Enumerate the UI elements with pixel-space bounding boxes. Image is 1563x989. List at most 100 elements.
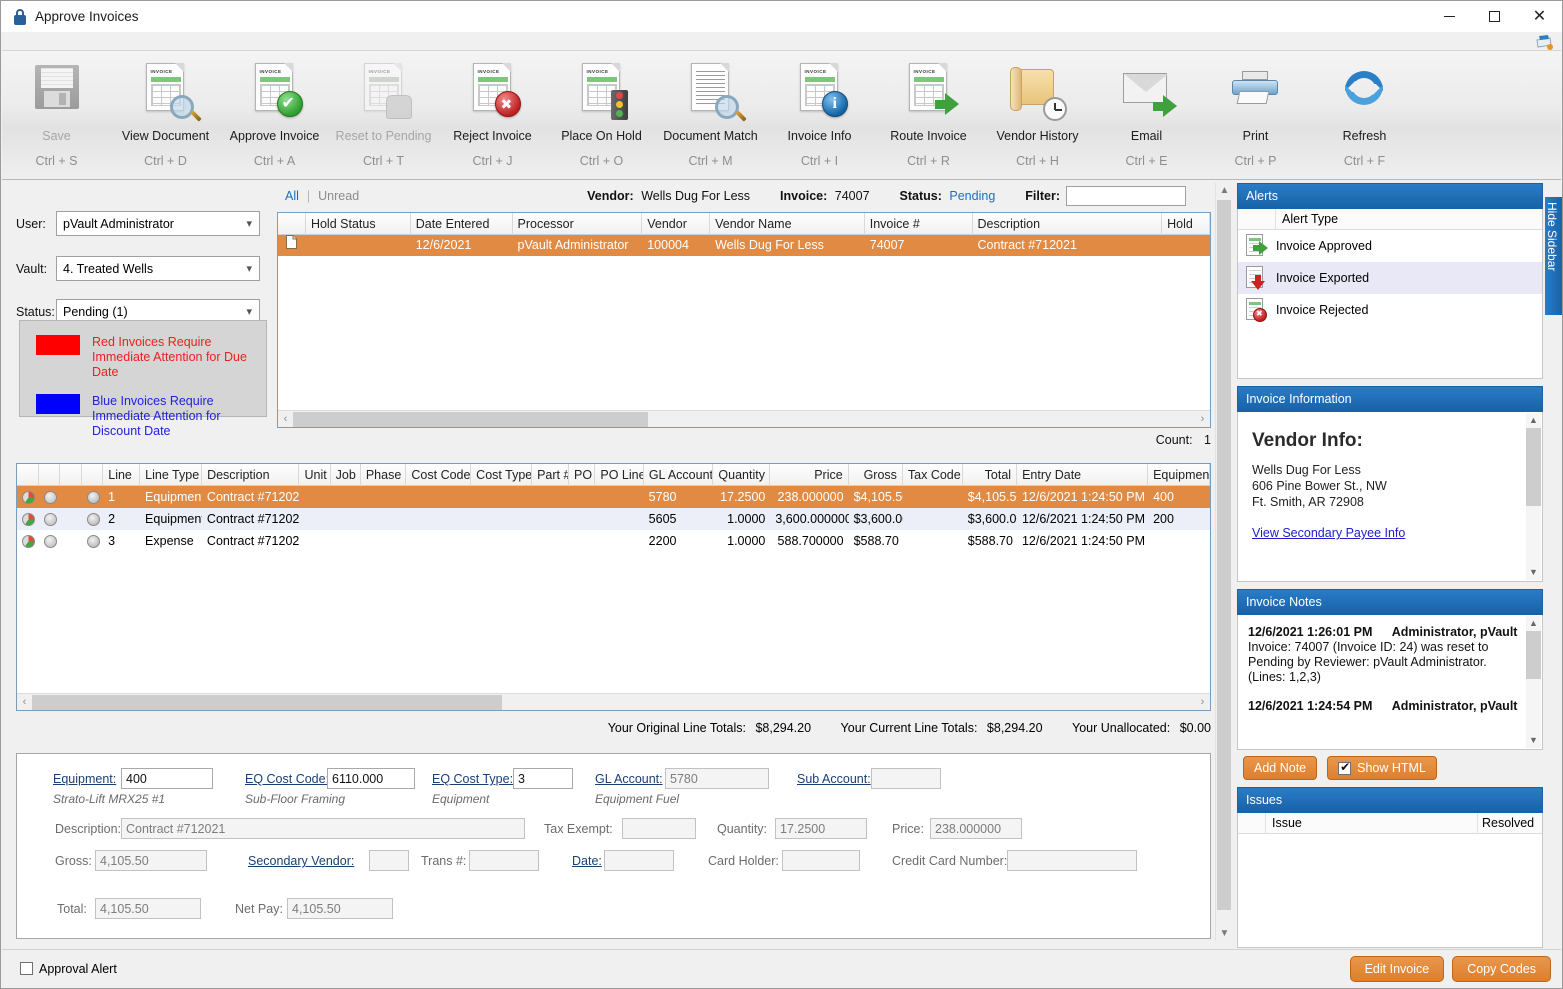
- col-gl-account[interactable]: GL Account: [644, 464, 714, 486]
- col-issue[interactable]: Issue: [1266, 812, 1478, 834]
- total-input[interactable]: 4,105.50: [95, 898, 201, 919]
- copy-codes-button[interactable]: Copy Codes: [1452, 955, 1551, 982]
- ribbon-refresh-button[interactable]: Refresh Ctrl + F: [1310, 51, 1419, 179]
- col-price[interactable]: Price: [770, 464, 849, 486]
- col-invoice-no[interactable]: Invoice #: [865, 213, 973, 235]
- coin-icon[interactable]: [39, 530, 61, 552]
- col-description[interactable]: Description: [973, 213, 1163, 235]
- ribbon-invoice-info-button[interactable]: INVOICE Invoice Info Ctrl + I: [765, 51, 874, 179]
- ribbon-vendor-history-button[interactable]: Vendor History Ctrl + H: [983, 51, 1092, 179]
- col-phase[interactable]: Phase: [361, 464, 407, 486]
- scroll-thumb[interactable]: [293, 411, 648, 427]
- history-icon[interactable]: [82, 508, 104, 530]
- eq-cost-type-label[interactable]: EQ Cost Type:: [432, 772, 513, 786]
- scroll-thumb[interactable]: [32, 694, 502, 710]
- date-input[interactable]: [604, 850, 674, 871]
- coin-icon[interactable]: [39, 486, 61, 508]
- col-cost-code[interactable]: Cost Code: [406, 464, 472, 486]
- table-row[interactable]: 3 Expense Contract #712021 2200 1.0000 5…: [17, 530, 1210, 552]
- price-input[interactable]: 238.000000: [930, 818, 1022, 839]
- vault-select[interactable]: 4. Treated Wells ▾: [56, 256, 260, 281]
- filter-tab-all[interactable]: All: [285, 189, 299, 203]
- scroll-left-icon[interactable]: ‹: [17, 696, 32, 708]
- scroll-right-icon[interactable]: ›: [1195, 696, 1210, 708]
- approval-alert-group[interactable]: Approval Alert: [20, 962, 117, 976]
- col-blank1[interactable]: [17, 464, 39, 486]
- pie-status-icon[interactable]: [17, 486, 39, 508]
- scroll-thumb[interactable]: [1526, 631, 1541, 679]
- history-icon[interactable]: [82, 486, 104, 508]
- maximize-button[interactable]: [1472, 1, 1517, 32]
- sub-account-input[interactable]: [871, 768, 941, 789]
- scroll-left-icon[interactable]: ‹: [278, 413, 293, 425]
- trans-input[interactable]: [469, 850, 539, 871]
- eq-cost-type-input[interactable]: 3: [513, 768, 573, 789]
- add-note-button[interactable]: Add Note: [1243, 756, 1318, 780]
- scroll-track[interactable]: [32, 694, 1195, 710]
- tax-exempt-input[interactable]: [622, 818, 696, 839]
- ribbon-save-button[interactable]: Save Ctrl + S: [2, 51, 111, 179]
- equipment-label[interactable]: Equipment:: [53, 772, 116, 786]
- gl-account-input[interactable]: 5780: [665, 768, 769, 789]
- scroll-up-icon[interactable]: ▲: [1526, 616, 1541, 631]
- col-blank2[interactable]: [39, 464, 61, 486]
- center-pane-vscrollbar[interactable]: ▲ ▼: [1215, 183, 1232, 941]
- col-gross[interactable]: Gross: [849, 464, 903, 486]
- col-vendor[interactable]: Vendor: [642, 213, 711, 235]
- notes-vscrollbar[interactable]: ▲ ▼: [1526, 616, 1541, 748]
- eq-cost-code-label[interactable]: EQ Cost Code:: [245, 772, 329, 786]
- col-quantity[interactable]: Quantity: [713, 464, 771, 486]
- history-icon[interactable]: [82, 530, 104, 552]
- quantity-input[interactable]: 17.2500: [775, 818, 867, 839]
- eq-cost-code-input[interactable]: 6110.000: [327, 768, 415, 789]
- col-tax-code[interactable]: Tax Code: [903, 464, 963, 486]
- col-equipment[interactable]: Equipment: [1148, 464, 1210, 486]
- invoice-grid[interactable]: Hold Status Date Entered Processor Vendo…: [277, 212, 1211, 428]
- user-select[interactable]: pVault Administrator ▾: [56, 211, 260, 236]
- gross-input[interactable]: 4,105.50: [95, 850, 207, 871]
- vendor-info-vscrollbar[interactable]: ▲ ▼: [1526, 413, 1541, 580]
- col-blank4[interactable]: [82, 464, 104, 486]
- scroll-thumb[interactable]: [1217, 200, 1231, 910]
- coin-icon[interactable]: [39, 508, 61, 530]
- gl-account-label[interactable]: GL Account:: [595, 772, 663, 786]
- scroll-up-icon[interactable]: ▲: [1216, 183, 1233, 198]
- col-job[interactable]: Job: [331, 464, 361, 486]
- sub-account-label[interactable]: Sub Account:: [797, 772, 871, 786]
- ribbon-reject-invoice-button[interactable]: INVOICE Reject Invoice Ctrl + J: [438, 51, 547, 179]
- ribbon-reset-to-pending-button[interactable]: INVOICE Reset to Pending Ctrl + T: [329, 51, 438, 179]
- hide-sidebar-button[interactable]: Hide Sidebar: [1545, 197, 1562, 315]
- col-processor[interactable]: Processor: [513, 213, 643, 235]
- col-alert-type[interactable]: Alert Type: [1276, 212, 1338, 226]
- col-line-type[interactable]: Line Type: [140, 464, 203, 486]
- col-entry-date[interactable]: Entry Date: [1017, 464, 1149, 486]
- view-secondary-payee-link[interactable]: View Secondary Payee Info: [1252, 526, 1405, 540]
- net-pay-input[interactable]: 4,105.50: [287, 898, 393, 919]
- approval-alert-checkbox[interactable]: [20, 962, 33, 975]
- ribbon-email-button[interactable]: Email Ctrl + E: [1092, 51, 1201, 179]
- card-holder-input[interactable]: [782, 850, 860, 871]
- table-row[interactable]: 12/6/2021 pVault Administrator 100004 We…: [278, 235, 1210, 256]
- scroll-down-icon[interactable]: ▼: [1216, 926, 1233, 941]
- pie-status-icon[interactable]: [17, 530, 39, 552]
- secondary-vendor-input[interactable]: [369, 850, 409, 871]
- scroll-thumb[interactable]: [1526, 428, 1541, 506]
- col-cost-type[interactable]: Cost Type: [471, 464, 533, 486]
- col-icon[interactable]: [278, 213, 306, 235]
- minimize-button[interactable]: [1427, 1, 1472, 32]
- date-label[interactable]: Date:: [572, 854, 602, 868]
- scroll-down-icon[interactable]: ▼: [1526, 733, 1541, 748]
- invoice-lines-grid[interactable]: Line Line Type Description Unit Job Phas…: [16, 463, 1211, 711]
- show-html-checkbox[interactable]: [1338, 760, 1352, 775]
- table-row[interactable]: 2 Equipment Contract #712021 5605 1.0000…: [17, 508, 1210, 530]
- scroll-right-icon[interactable]: ›: [1195, 413, 1210, 425]
- description-input[interactable]: Contract #712021: [121, 818, 525, 839]
- table-row[interactable]: 1 Equipment Contract #712021 5780 17.250…: [17, 486, 1210, 508]
- col-po[interactable]: PO: [569, 464, 596, 486]
- ribbon-approve-invoice-button[interactable]: INVOICE Approve Invoice Ctrl + A: [220, 51, 329, 179]
- col-blank3[interactable]: [60, 464, 82, 486]
- col-line[interactable]: Line: [103, 464, 141, 486]
- ribbon-document-match-button[interactable]: Document Match Ctrl + M: [656, 51, 765, 179]
- ribbon-print-button[interactable]: Print Ctrl + P: [1201, 51, 1310, 179]
- filter-tab-unread[interactable]: Unread: [318, 189, 359, 203]
